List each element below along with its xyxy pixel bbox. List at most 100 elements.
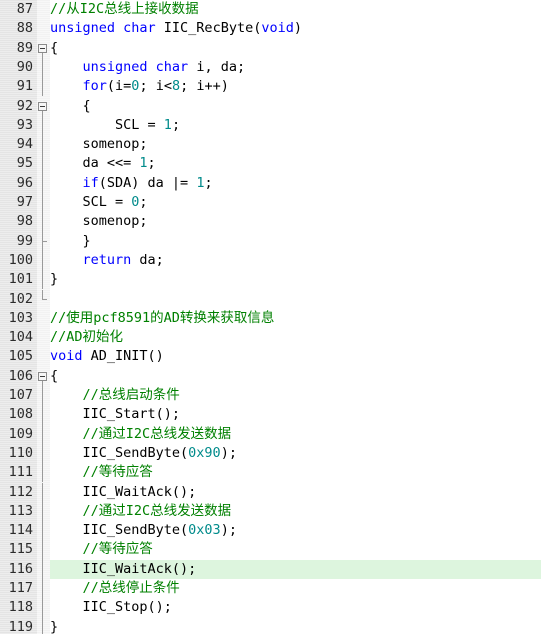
- fold-collapse-icon[interactable]: [37, 97, 50, 116]
- code-line[interactable]: 95 da <<= 1;: [0, 154, 541, 174]
- code-token-plain: IIC_RecByte(: [163, 20, 262, 37]
- code-line[interactable]: 114 IIC_SendByte(0x03);: [0, 521, 541, 541]
- code-line[interactable]: 104 //AD初始化: [0, 328, 541, 347]
- code-line-text[interactable]: da <<= 1;: [50, 154, 541, 173]
- code-line-text[interactable]: //AD初始化: [50, 328, 541, 347]
- line-number: 116: [8, 560, 33, 577]
- code-line[interactable]: 115 //等待应答: [0, 540, 541, 560]
- code-line-text[interactable]: somenop;: [50, 135, 541, 154]
- code-line-text[interactable]: IIC_Start();: [50, 405, 541, 424]
- code-token-plain: ; i<: [139, 78, 172, 95]
- code-line[interactable]: 109 //通过I2C总线发送数据: [0, 424, 541, 444]
- code-line-text[interactable]: //总线停止条件: [50, 579, 541, 598]
- code-token-keyword: return: [82, 251, 132, 268]
- code-line[interactable]: 116 IIC_WaitAck();: [0, 559, 541, 579]
- code-line[interactable]: 91 for(i=0; i<8; i++): [0, 77, 541, 97]
- code-token-plain: SCL =: [50, 116, 164, 133]
- code-line-text[interactable]: }: [50, 232, 541, 251]
- code-editor-pane[interactable]: 87 //从I2C总线上接收数据 88 unsigned char IIC_RecBy…: [0, 0, 541, 634]
- line-number: 115: [8, 541, 33, 558]
- code-line-text[interactable]: [50, 290, 541, 309]
- fold-guide: [37, 540, 50, 560]
- code-line[interactable]: 90 unsigned char i, da;: [0, 57, 541, 78]
- code-line-text[interactable]: somenop;: [50, 212, 541, 231]
- code-line[interactable]: 110 IIC_SendByte(0x90);: [0, 443, 541, 464]
- code-line-text[interactable]: SCL = 1;: [50, 116, 541, 135]
- fold-collapse-icon[interactable]: [37, 39, 50, 58]
- line-number: 97: [16, 194, 33, 210]
- code-line[interactable]: 119}: [0, 617, 541, 634]
- code-token-plain: IIC_Start();: [50, 406, 181, 423]
- code-line-text[interactable]: //等待应答: [50, 463, 541, 482]
- code-token-plain: );: [220, 522, 237, 539]
- code-line[interactable]: 106 {: [0, 367, 541, 386]
- code-line[interactable]: 87 //从I2C总线上接收数据: [0, 0, 541, 19]
- fold-collapse-icon[interactable]: [37, 367, 50, 386]
- code-line-text[interactable]: {: [50, 39, 541, 58]
- code-line[interactable]: 113 //通过I2C总线发送数据: [0, 501, 541, 522]
- code-line[interactable]: 94 somenop;: [0, 135, 541, 155]
- minus-square-icon[interactable]: [38, 43, 47, 53]
- code-line-text[interactable]: unsigned char IIC_RecByte(void): [50, 19, 541, 38]
- code-line[interactable]: 103 //使用pcf8591的AD转换来获取信息: [0, 309, 541, 328]
- line-number: 90: [16, 58, 33, 75]
- code-token-number: 0x03: [188, 522, 221, 539]
- code-line-text[interactable]: //从I2C总线上接收数据: [50, 0, 541, 19]
- code-token-plain: }: [50, 618, 59, 634]
- fold-guide: [37, 270, 50, 290]
- code-token-plain: IIC_Stop();: [50, 599, 172, 616]
- code-line-text[interactable]: IIC_SendByte(0x03);: [50, 521, 541, 540]
- code-line-text[interactable]: //通过I2C总线发送数据: [50, 502, 541, 521]
- code-line[interactable]: 105 void AD_INIT(): [0, 347, 541, 366]
- code-line-text[interactable]: IIC_WaitAck();: [50, 559, 541, 579]
- code-line[interactable]: 101}: [0, 270, 541, 290]
- code-line[interactable]: 118 IIC_Stop();: [0, 598, 541, 618]
- code-line[interactable]: 112 IIC_WaitAck();: [0, 482, 541, 502]
- code-line-text[interactable]: IIC_SendByte(0x90);: [50, 444, 541, 463]
- code-line[interactable]: 93 SCL = 1;: [0, 115, 541, 136]
- code-line[interactable]: 117 //总线停止条件: [0, 579, 541, 599]
- code-line-text[interactable]: IIC_Stop();: [50, 598, 541, 617]
- code-line[interactable]: 96 if(SDA) da |= 1;: [0, 173, 541, 193]
- code-token-plain: );: [220, 444, 237, 461]
- fold-guide-line: [42, 540, 43, 560]
- code-line-text[interactable]: void AD_INIT(): [50, 347, 541, 366]
- code-line-text[interactable]: }: [50, 618, 541, 634]
- code-line-text[interactable]: //总线启动条件: [50, 386, 541, 405]
- line-number: 92: [16, 97, 33, 114]
- minus-square-icon[interactable]: [38, 101, 47, 111]
- code-line[interactable]: 100 return da;: [0, 250, 541, 271]
- code-line[interactable]: 99 }: [0, 231, 541, 251]
- code-line-text[interactable]: if(SDA) da |= 1;: [50, 174, 541, 193]
- code-line-text[interactable]: return da;: [50, 251, 541, 270]
- code-line[interactable]: 89 {: [0, 39, 541, 58]
- code-token-plain: ;: [171, 116, 181, 133]
- code-line[interactable]: 88 unsigned char IIC_RecByte(void): [0, 19, 541, 38]
- code-line-text[interactable]: {: [50, 367, 541, 386]
- code-line-text[interactable]: unsigned char i, da;: [50, 58, 541, 77]
- code-line[interactable]: 98 somenop;: [0, 212, 541, 232]
- code-line[interactable]: 92 {: [0, 97, 541, 116]
- fold-empty: [37, 309, 50, 328]
- code-line[interactable]: 97 SCL = 0;: [0, 193, 541, 213]
- code-line-text[interactable]: //使用pcf8591的AD转换来获取信息: [50, 309, 541, 328]
- code-line[interactable]: 111 //等待应答: [0, 463, 541, 483]
- line-number: 93: [16, 116, 33, 133]
- code-line-text[interactable]: }: [50, 270, 541, 289]
- code-line[interactable]: 102: [0, 289, 541, 309]
- code-line[interactable]: 107 //总线启动条件: [0, 386, 541, 406]
- code-line-text[interactable]: //通过I2C总线发送数据: [50, 425, 541, 444]
- code-line[interactable]: 108 IIC_Start();: [0, 405, 541, 425]
- code-line-text[interactable]: for(i=0; i<8; i++): [50, 77, 541, 96]
- code-line-text[interactable]: //等待应答: [50, 540, 541, 559]
- code-line-text[interactable]: SCL = 0;: [50, 193, 541, 212]
- code-token-plain: ;: [147, 155, 156, 172]
- code-token-comment: //AD初始化: [50, 329, 124, 346]
- code-line-text[interactable]: IIC_WaitAck();: [50, 483, 541, 502]
- code-token-plain: AD_INIT(): [82, 348, 164, 365]
- minus-square-icon[interactable]: [38, 371, 47, 381]
- code-line-text[interactable]: {: [50, 97, 541, 116]
- fold-guide-line: [42, 386, 43, 406]
